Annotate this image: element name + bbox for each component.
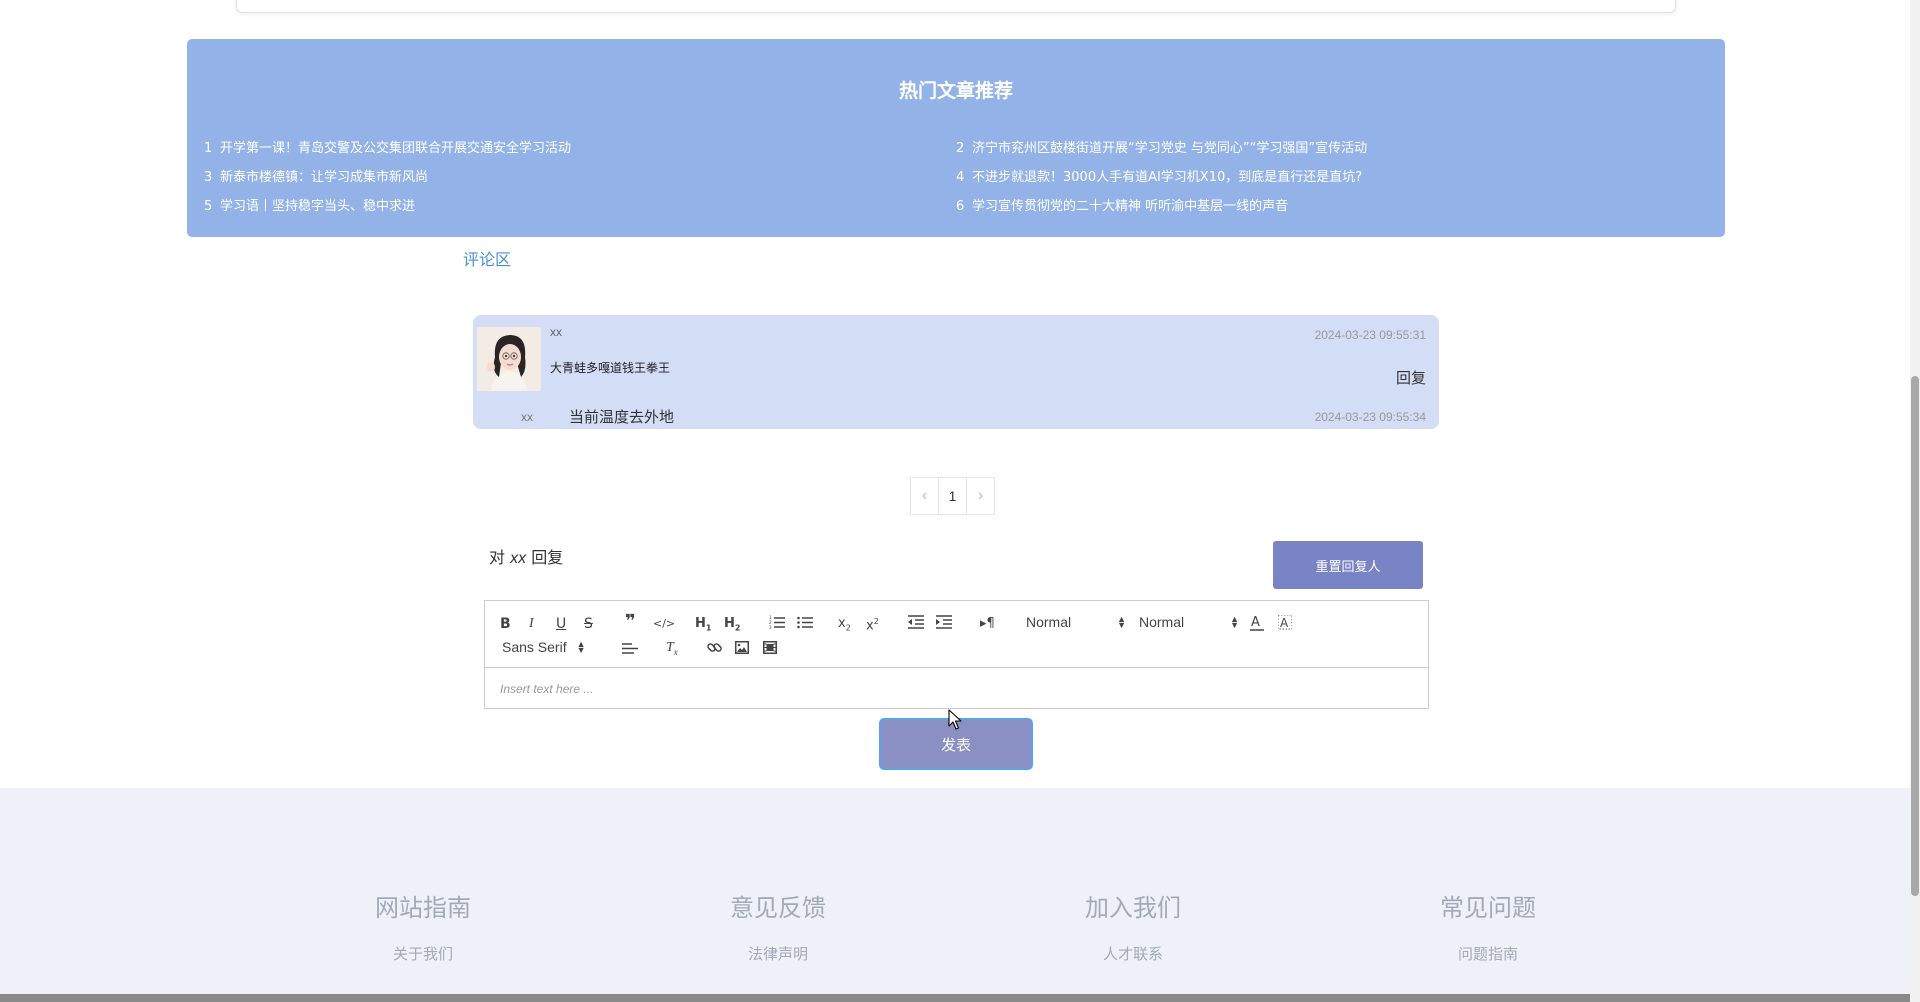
align-icon[interactable] bbox=[622, 641, 638, 655]
underline-icon[interactable]: U bbox=[556, 615, 566, 633]
link-icon[interactable] bbox=[707, 641, 722, 655]
comment-author: xx bbox=[550, 325, 562, 339]
footer-column: 加入我们 人才联系 bbox=[983, 888, 1283, 964]
footer-column: 常见问题 问题指南 bbox=[1338, 888, 1638, 964]
hot-article-link[interactable]: 1 开学第一课！青岛交警及公交集团联合开展交通安全学习活动 bbox=[204, 137, 571, 156]
footer-column: 意见反馈 法律声明 bbox=[628, 888, 928, 964]
hot-articles-panel: 热门文章推荐 1 开学第一课！青岛交警及公交集团联合开展交通安全学习活动 2 济宁市… bbox=[187, 39, 1725, 237]
hot-article-link[interactable]: 6 学习宣传贯彻党的二十大精神 听听渝中基层一线的声音 bbox=[956, 195, 1288, 214]
header-select-value: Normal bbox=[1026, 614, 1072, 630]
hot-article-link[interactable]: 5 学习语丨坚持稳字当头、稳中求进 bbox=[204, 195, 415, 214]
site-footer: 网站指南 关于我们 意见反馈 法律声明 加入我们 人才联系 常见问题 问题指南 bbox=[0, 788, 1910, 1002]
rich-text-editor: B I U S ❞ </> H1 H2 123 x2 x2 ▸¶ Normal ▲… bbox=[484, 600, 1429, 709]
footer-link[interactable]: 问题指南 bbox=[1338, 943, 1638, 964]
hot-article-title: 学习宣传贯彻党的二十大精神 听听渝中基层一线的声音 bbox=[972, 199, 1289, 214]
ordered-list-icon[interactable]: 123 bbox=[769, 615, 785, 629]
text-color-icon[interactable]: A bbox=[1250, 614, 1264, 632]
hot-article-link[interactable]: 3 新泰市楼德镇：让学习成集市新风尚 bbox=[204, 166, 428, 185]
size-select[interactable]: Normal ▲ ▼ bbox=[1139, 614, 1239, 630]
reply-timestamp: 2024-03-23 09:55:34 bbox=[1314, 410, 1426, 424]
hot-article-number: 1 bbox=[204, 141, 213, 156]
size-select-value: Normal bbox=[1139, 614, 1185, 630]
background-color-icon[interactable]: A bbox=[1278, 615, 1292, 631]
mouse-cursor-icon bbox=[948, 709, 962, 730]
hot-article-title: 济宁市兖州区鼓楼街道开展“学习党史 与党同心”“学习强国”宣传活动 bbox=[972, 141, 1368, 156]
indent-icon[interactable] bbox=[936, 615, 952, 629]
reply-target-suffix: 回复 bbox=[531, 548, 564, 567]
editor-content-area[interactable] bbox=[485, 668, 1428, 709]
footer-column: 网站指南 关于我们 bbox=[273, 888, 573, 964]
font-select-value: Sans Serif bbox=[502, 639, 567, 655]
hot-article-link[interactable]: 4 不进步就退款！3000人手有道AI学习机X10，到底是直行还是直坑? bbox=[956, 166, 1362, 185]
comment-section-label: 评论区 bbox=[463, 250, 512, 269]
footer-column-title: 加入我们 bbox=[1085, 894, 1181, 922]
image-icon[interactable] bbox=[735, 641, 749, 654]
reply-target-user: xx bbox=[510, 550, 527, 567]
select-caret-icon: ▲ ▼ bbox=[1230, 614, 1240, 630]
next-page-button[interactable]: › bbox=[966, 477, 995, 515]
subscript-icon[interactable]: x2 bbox=[838, 615, 851, 638]
horizontal-scrollbar[interactable] bbox=[0, 994, 1910, 1002]
footer-column-title: 意见反馈 bbox=[730, 894, 826, 922]
font-select[interactable]: Sans Serif ▲ ▼ bbox=[502, 639, 586, 655]
comment-text: 大青蛙多嘎道钱王拳王 bbox=[550, 361, 671, 375]
clear-format-icon[interactable]: Tx bbox=[666, 639, 678, 661]
heading1-icon[interactable]: H1 bbox=[695, 615, 711, 638]
superscript-icon[interactable]: x2 bbox=[866, 613, 879, 635]
page-number-button[interactable]: 1 bbox=[938, 477, 967, 515]
comment-timestamp: 2024-03-23 09:55:31 bbox=[1314, 328, 1426, 342]
bold-icon[interactable]: B bbox=[500, 615, 511, 633]
svg-text:A: A bbox=[1280, 616, 1289, 630]
reply-target-prefix: 对 bbox=[489, 548, 506, 567]
code-block-icon[interactable]: </> bbox=[653, 615, 675, 633]
pagination: ‹ 1 › bbox=[910, 477, 995, 515]
editor-toolbar: B I U S ❞ </> H1 H2 123 x2 x2 ▸¶ Normal ▲… bbox=[485, 601, 1428, 668]
italic-icon[interactable]: I bbox=[529, 615, 534, 633]
header-select[interactable]: Normal ▲ ▼ bbox=[1026, 614, 1126, 630]
reset-reply-target-button[interactable]: 重置回复人 bbox=[1273, 541, 1423, 589]
vertical-scrollbar[interactable] bbox=[1910, 0, 1920, 1002]
reply-link[interactable]: 回复 bbox=[1396, 367, 1426, 388]
footer-link[interactable]: 法律声明 bbox=[628, 943, 928, 964]
reply-author: xx bbox=[521, 410, 533, 424]
select-caret-icon: ▲ ▼ bbox=[1117, 614, 1127, 630]
svg-text:3: 3 bbox=[769, 625, 772, 629]
video-icon[interactable] bbox=[763, 641, 777, 654]
avatar-image bbox=[477, 327, 541, 391]
hot-article-title: 新泰市楼德镇：让学习成集市新风尚 bbox=[220, 170, 429, 185]
heading2-icon[interactable]: H2 bbox=[724, 615, 740, 638]
avatar bbox=[477, 327, 541, 391]
strikethrough-icon[interactable]: S bbox=[584, 615, 593, 633]
reply-target-label: 对 xx 回复 bbox=[489, 544, 563, 568]
hot-article-title: 学习语丨坚持稳字当头、稳中求进 bbox=[220, 199, 416, 214]
hot-article-number: 5 bbox=[204, 199, 213, 214]
hot-article-number: 3 bbox=[204, 170, 213, 185]
text-direction-icon[interactable]: ▸¶ bbox=[980, 615, 995, 633]
editor-input[interactable] bbox=[500, 681, 1413, 696]
blockquote-icon[interactable]: ❞ bbox=[625, 613, 636, 631]
hot-article-title: 开学第一课！青岛交警及公交集团联合开展交通安全学习活动 bbox=[220, 141, 572, 156]
select-caret-icon: ▲ ▼ bbox=[576, 639, 586, 655]
hot-article-number: 6 bbox=[956, 199, 965, 214]
svg-text:A: A bbox=[1251, 615, 1260, 630]
scrollbar-thumb[interactable] bbox=[1911, 376, 1919, 896]
bullet-list-icon[interactable] bbox=[797, 615, 813, 629]
prev-page-button[interactable]: ‹ bbox=[910, 477, 939, 515]
footer-column-title: 网站指南 bbox=[375, 894, 471, 922]
hot-article-title: 不进步就退款！3000人手有道AI学习机X10，到底是直行还是直坑? bbox=[972, 170, 1363, 185]
hot-article-link[interactable]: 2 济宁市兖州区鼓楼街道开展“学习党史 与党同心”“学习强国”宣传活动 bbox=[956, 137, 1367, 156]
top-card bbox=[236, 0, 1676, 13]
hot-articles-title: 热门文章推荐 bbox=[898, 80, 1013, 102]
footer-link[interactable]: 人才联系 bbox=[983, 943, 1283, 964]
hot-article-number: 2 bbox=[956, 141, 965, 156]
footer-link[interactable]: 关于我们 bbox=[273, 943, 573, 964]
outdent-icon[interactable] bbox=[908, 615, 924, 629]
reply-text: 当前温度去外地 bbox=[569, 408, 675, 426]
hot-article-number: 4 bbox=[956, 170, 965, 185]
footer-column-title: 常见问题 bbox=[1440, 894, 1536, 922]
comment-card: xx 大青蛙多嘎道钱王拳王 2024-03-23 09:55:31 回复 xx … bbox=[473, 315, 1439, 429]
